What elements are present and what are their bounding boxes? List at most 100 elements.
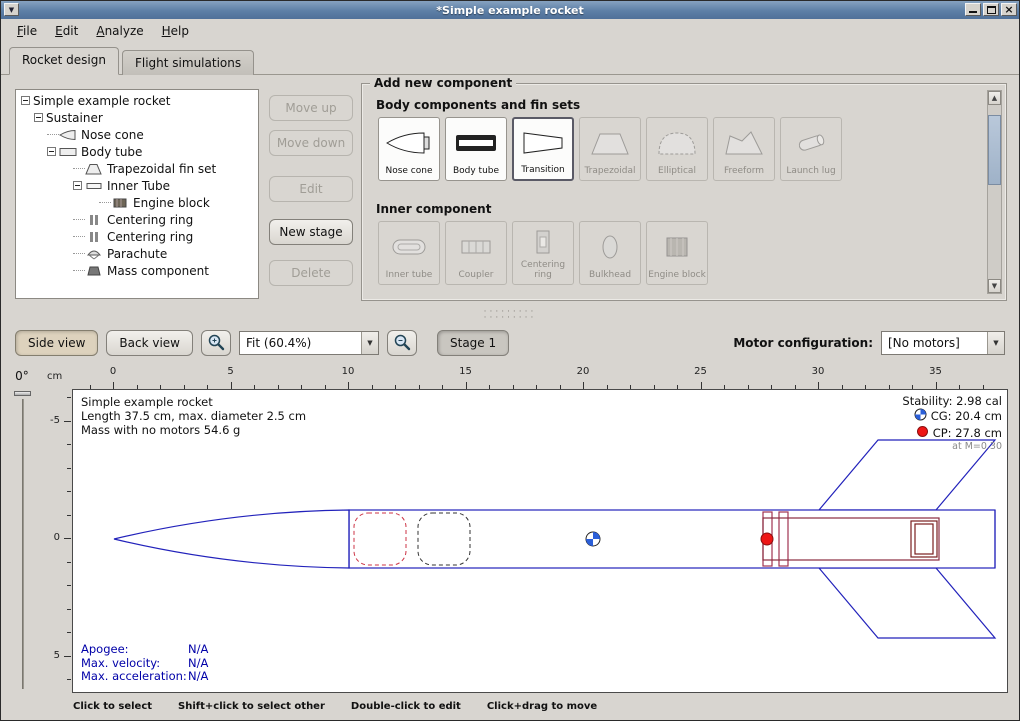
- delete-button[interactable]: Delete: [269, 260, 353, 286]
- component-button-coupler[interactable]: Coupler: [445, 221, 507, 285]
- component-button-elliptical[interactable]: Elliptical: [646, 117, 708, 181]
- component-button-inner-tube[interactable]: Inner tube: [378, 221, 440, 285]
- component-button-trapezoidal[interactable]: Trapezoidal: [579, 117, 641, 181]
- ruler-tick: [67, 491, 71, 492]
- component-button-body-tube[interactable]: Body tube: [445, 117, 507, 181]
- design-panel: Simple example rocket Sustainer Nose con…: [1, 75, 1019, 315]
- collapse-icon[interactable]: [21, 96, 30, 105]
- tab-strip: Rocket design Flight simulations: [1, 43, 1019, 75]
- collapse-icon[interactable]: [73, 181, 82, 190]
- group-title: Add new component: [370, 76, 516, 90]
- new-stage-button[interactable]: New stage: [269, 219, 353, 245]
- cg-legend-icon: [914, 408, 927, 424]
- menu-file[interactable]: File: [9, 21, 45, 41]
- tree-item-mass-component[interactable]: Mass component: [16, 262, 258, 279]
- tree-item-nose-cone[interactable]: Nose cone: [16, 126, 258, 143]
- ruler-tick: [67, 679, 71, 680]
- component-button-engine-block[interactable]: Engine block: [646, 221, 708, 285]
- nose-cone-outline: [114, 510, 349, 568]
- component-button-nose-cone[interactable]: Nose cone: [378, 117, 440, 181]
- minimize-button[interactable]: [965, 3, 981, 16]
- engine-block-icon: [111, 197, 129, 209]
- tree-item-label: Sustainer: [46, 111, 103, 125]
- chevron-down-icon[interactable]: ▼: [987, 332, 1004, 354]
- scroll-down-icon[interactable]: ▼: [988, 279, 1001, 293]
- tree-item-sustainer[interactable]: Sustainer: [16, 109, 258, 126]
- transition-icon: [519, 119, 567, 166]
- view-toolbar: Side view Back view Fit (60.4%) ▼ Stage …: [1, 323, 1019, 363]
- component-scrollbar[interactable]: ▲ ▼: [987, 90, 1002, 294]
- ruler-label: 15: [459, 366, 472, 377]
- ruler-tick: [67, 515, 71, 516]
- rotation-value: 0°: [5, 369, 39, 383]
- maximize-button[interactable]: [983, 3, 999, 16]
- system-menu-icon[interactable]: ▼: [4, 3, 19, 16]
- back-view-button[interactable]: Back view: [106, 330, 193, 356]
- component-button-bulkhead[interactable]: Bulkhead: [579, 221, 641, 285]
- component-button-launch-lug[interactable]: Launch lug: [780, 117, 842, 181]
- tree-item-rocket[interactable]: Simple example rocket: [16, 92, 258, 109]
- component-button-freeform[interactable]: Freeform: [713, 117, 775, 181]
- zoom-in-button[interactable]: [201, 330, 231, 356]
- cg-symbol: [586, 532, 600, 546]
- chevron-down-icon[interactable]: ▼: [361, 332, 378, 354]
- window-title: *Simple example rocket: [1, 4, 1019, 17]
- ruler-label: 5: [54, 649, 60, 660]
- minimize-icon: [969, 11, 977, 13]
- tree-connector: [99, 202, 111, 203]
- menu-edit[interactable]: Edit: [47, 21, 86, 41]
- flight-data-label: Max. velocity:: [81, 657, 188, 671]
- rocket-figure[interactable]: Simple example rocket Length 37.5 cm, ma…: [72, 389, 1008, 693]
- move-down-button[interactable]: Move down: [269, 130, 353, 156]
- rotation-slider[interactable]: [22, 399, 24, 689]
- edit-button[interactable]: Edit: [269, 176, 353, 202]
- section-inner-components: Inner component: [376, 202, 491, 216]
- zoom-out-button[interactable]: [387, 330, 417, 356]
- tree-item-body-tube[interactable]: Body tube: [16, 143, 258, 160]
- splitter-handle[interactable]: ··················: [1, 309, 1019, 323]
- tree-item-fin-set[interactable]: Trapezoidal fin set: [16, 160, 258, 177]
- ruler-label: 35: [929, 366, 942, 377]
- tree-item-centering-ring-2[interactable]: Centering ring: [16, 228, 258, 245]
- motor-configuration-combobox[interactable]: [No motors] ▼: [881, 331, 1005, 355]
- stability-value: Stability: 2.98 cal: [902, 394, 1002, 408]
- stage-1-toggle[interactable]: Stage 1: [437, 330, 509, 356]
- inner-tube-icon: [85, 180, 103, 192]
- collapse-icon[interactable]: [47, 147, 56, 156]
- rotation-slider-thumb[interactable]: [14, 391, 31, 396]
- move-up-button[interactable]: Move up: [269, 95, 353, 121]
- ruler-label: 0: [54, 532, 60, 543]
- tree-item-inner-tube[interactable]: Inner Tube: [16, 177, 258, 194]
- close-button[interactable]: ×: [1001, 3, 1017, 16]
- menu-help[interactable]: Help: [154, 21, 197, 41]
- zoom-in-icon: [207, 333, 225, 354]
- motor-configuration-value: [No motors]: [882, 336, 987, 350]
- add-component-group: Add new component Body components and fi…: [361, 83, 1007, 301]
- tab-rocket-design[interactable]: Rocket design: [9, 47, 119, 75]
- tree-item-label: Trapezoidal fin set: [107, 162, 216, 176]
- component-button-transition[interactable]: Transition: [512, 117, 574, 181]
- tree-connector: [73, 168, 85, 169]
- zoom-combobox[interactable]: Fit (60.4%) ▼: [239, 331, 379, 355]
- scrollbar-thumb[interactable]: [988, 115, 1001, 185]
- centering-ring-icon: [85, 214, 103, 226]
- mass-component-icon: [85, 265, 103, 277]
- menu-analyze[interactable]: Analyze: [88, 21, 151, 41]
- ruler-tick: [67, 444, 71, 445]
- tab-flight-simulations[interactable]: Flight simulations: [122, 50, 254, 75]
- title-bar[interactable]: ▼ *Simple example rocket ×: [1, 1, 1019, 19]
- component-button-centering-ring[interactable]: Centering ring: [512, 221, 574, 285]
- collapse-icon[interactable]: [34, 113, 43, 122]
- bulkhead-icon: [586, 222, 634, 271]
- tree-connector: [73, 270, 85, 271]
- flight-data-label: Max. acceleration:: [81, 670, 188, 684]
- tree-item-engine-block[interactable]: Engine block: [16, 194, 258, 211]
- tree-item-centering-ring-1[interactable]: Centering ring: [16, 211, 258, 228]
- component-button-label: Engine block: [647, 271, 707, 284]
- side-view-button[interactable]: Side view: [15, 330, 98, 356]
- component-button-label: Coupler: [458, 271, 495, 284]
- scroll-up-icon[interactable]: ▲: [988, 91, 1001, 105]
- engine-block-icon: [653, 222, 701, 271]
- tree-connector: [73, 219, 85, 220]
- tree-item-parachute[interactable]: Parachute: [16, 245, 258, 262]
